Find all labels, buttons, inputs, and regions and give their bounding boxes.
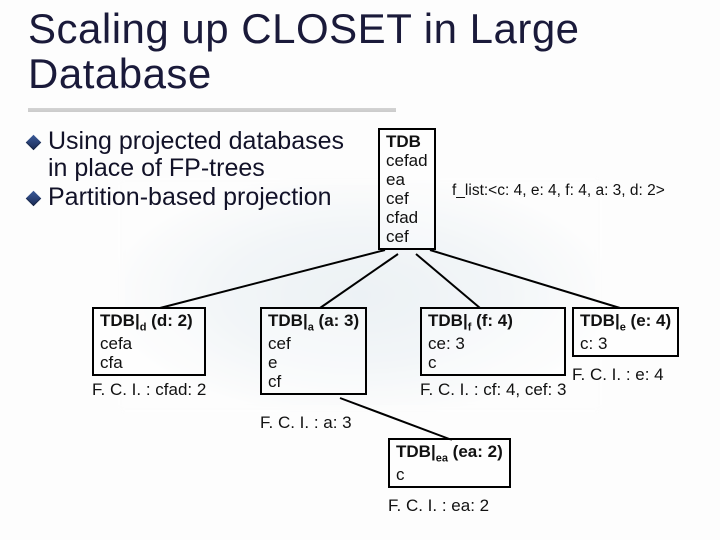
node-root-row: cef (386, 189, 428, 208)
node-f-header: TDB|f (f: 4) (428, 311, 513, 330)
node-a-row: cf (268, 372, 359, 391)
node-e-fci: F. C. I. : e: 4 (572, 365, 679, 384)
node-f-box: TDB|f (f: 4) ce: 3 c (420, 307, 566, 376)
node-e-header: TDB|e (e: 4) (580, 311, 671, 330)
node-e-row: c: 3 (580, 334, 671, 353)
bullet-list: Using projected databases in place of FP… (28, 128, 358, 213)
node-root-row: ea (386, 170, 428, 189)
node-d-header: TDB|d (d: 2) (100, 311, 193, 330)
node-a: TDB|a (a: 3) cef e cf F. C. I. : a: 3 (260, 307, 367, 432)
node-a-header: TDB|a (a: 3) (268, 311, 359, 330)
node-ea-box: TDB|ea (ea: 2) c (388, 438, 511, 488)
node-d-fci: F. C. I. : cfad: 2 (92, 380, 206, 399)
bullet-item: Partition-based projection (28, 184, 358, 211)
bullet-item: Using projected databases in place of FP… (28, 128, 358, 182)
bullet-text: Partition-based projection (48, 184, 332, 211)
node-root-box: TDB cefad ea cef cfad cef (378, 128, 436, 250)
node-f: TDB|f (f: 4) ce: 3 c F. C. I. : cf: 4, c… (420, 307, 566, 399)
node-e: TDB|e (e: 4) c: 3 F. C. I. : e: 4 (572, 307, 679, 384)
node-d-row: cfa (100, 353, 198, 372)
bullet-text: Using projected databases in place of FP… (48, 128, 358, 182)
slide-title: Scaling up CLOSET in Large Database (28, 6, 688, 97)
node-a-box: TDB|a (a: 3) cef e cf (260, 307, 367, 395)
node-root-row: cefad (386, 151, 428, 170)
node-root: TDB cefad ea cef cfad cef (378, 128, 436, 250)
node-f-row: c (428, 353, 558, 372)
node-ea-header: TDB|ea (ea: 2) (396, 442, 503, 461)
f-list: f_list:<c: 4, e: 4, f: 4, a: 3, d: 2> (452, 182, 665, 200)
node-ea-fci: F. C. I. : ea: 2 (388, 496, 511, 515)
node-a-row: e (268, 353, 359, 372)
node-root-row: cfad (386, 208, 428, 227)
node-root-header: TDB (386, 132, 428, 151)
node-root-row: cef (386, 227, 428, 246)
diamond-icon (26, 135, 42, 151)
node-a-row: cef (268, 334, 359, 353)
node-e-box: TDB|e (e: 4) c: 3 (572, 307, 679, 357)
node-f-fci: F. C. I. : cf: 4, cef: 3 (420, 380, 566, 399)
node-d-row: cefa (100, 334, 198, 353)
node-d-box: TDB|d (d: 2) cefa cfa (92, 307, 206, 376)
node-ea: TDB|ea (ea: 2) c F. C. I. : ea: 2 (388, 438, 511, 515)
node-d: TDB|d (d: 2) cefa cfa F. C. I. : cfad: 2 (92, 307, 206, 399)
node-a-fci: F. C. I. : a: 3 (260, 413, 367, 432)
title-underline (28, 108, 396, 112)
node-ea-row: c (396, 465, 503, 484)
node-f-row: ce: 3 (428, 334, 558, 353)
diamond-icon (26, 191, 42, 207)
